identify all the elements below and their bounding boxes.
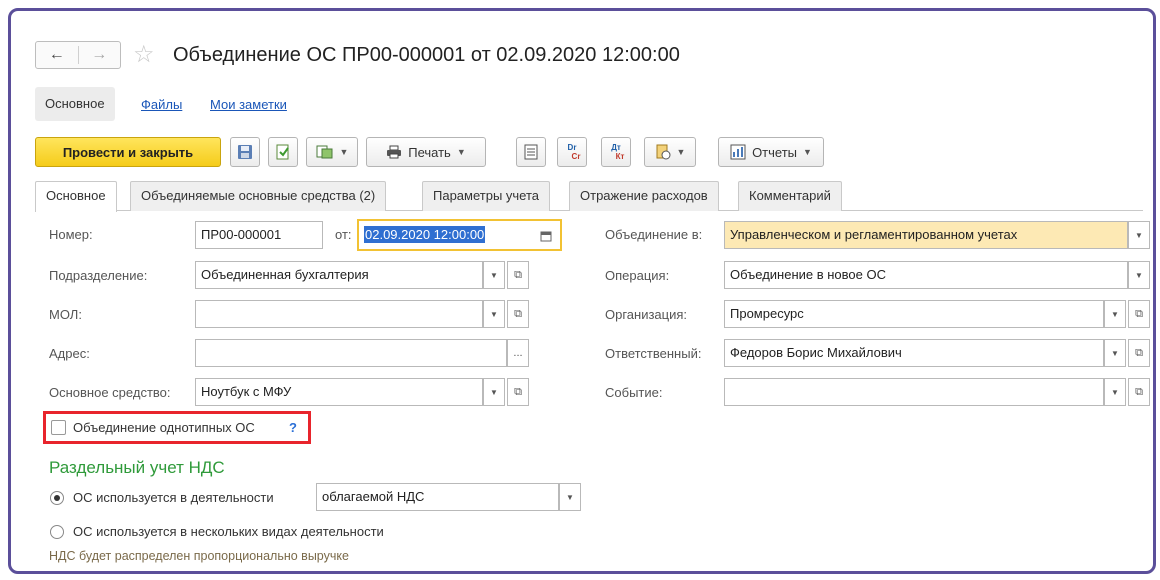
list-document-icon <box>524 144 538 160</box>
report-icon <box>730 144 746 160</box>
cr-label: Cr <box>571 152 581 161</box>
merge-in-field[interactable]: Управленческом и регламентированном учет… <box>724 221 1128 249</box>
dt-label: Дт <box>611 143 621 152</box>
asset-dropdown-icon[interactable]: ▼ <box>483 378 505 406</box>
dt-kt-button[interactable]: Дт Кт <box>601 137 631 167</box>
responsible-label: Ответственный: <box>605 346 702 361</box>
caret-down-icon: ▼ <box>676 147 686 157</box>
event-dropdown-icon[interactable]: ▼ <box>1104 378 1126 406</box>
save-icon <box>238 145 252 159</box>
unit-open-icon[interactable]: ⧉ <box>507 261 529 289</box>
post-and-close-button[interactable]: Провести и закрыть <box>35 137 221 167</box>
responsible-dropdown-icon[interactable]: ▼ <box>1104 339 1126 367</box>
tab-comment[interactable]: Комментарий <box>738 181 842 211</box>
print-label: Печать <box>408 144 451 160</box>
dr-label: Dr <box>567 143 577 152</box>
window-frame: ← → ☆ Объединение ОС ПР00-000001 от 02.0… <box>8 8 1156 574</box>
address-label: Адрес: <box>49 346 90 361</box>
radio-multi-label[interactable]: ОС используется в нескольких видах деяте… <box>73 523 384 541</box>
org-label: Организация: <box>605 307 688 322</box>
activity-type-dropdown-icon[interactable]: ▼ <box>559 483 581 511</box>
create-based-on-button[interactable]: ▼ <box>306 137 358 167</box>
vat-note: НДС будет распределен пропорционально вы… <box>49 549 349 563</box>
org-dropdown-icon[interactable]: ▼ <box>1104 300 1126 328</box>
attachments-button[interactable]: ▼ <box>644 137 696 167</box>
mol-open-icon[interactable]: ⧉ <box>507 300 529 328</box>
mol-dropdown-icon[interactable]: ▼ <box>483 300 505 328</box>
nav-group: ← → <box>35 41 121 69</box>
event-open-icon[interactable]: ⧉ <box>1128 378 1150 406</box>
tab-accounting-params[interactable]: Параметры учета <box>422 181 551 211</box>
back-button[interactable]: ← <box>36 42 78 68</box>
vat-section-title: Раздельный учет НДС <box>49 458 225 477</box>
merge-in-label: Объединение в: <box>605 227 703 242</box>
org-field[interactable]: Промресурс <box>724 300 1104 328</box>
asset-label: Основное средство: <box>49 385 171 400</box>
reports-label: Отчеты <box>752 144 797 160</box>
number-field[interactable]: ПР00-000001 <box>195 221 323 249</box>
same-type-checkbox[interactable] <box>51 420 66 435</box>
caret-down-icon: ▼ <box>456 147 466 157</box>
operation-field[interactable]: Объединение в новое ОС <box>724 261 1128 289</box>
event-label: Событие: <box>605 385 663 400</box>
address-select-button[interactable]: ... <box>507 339 529 367</box>
unit-dropdown-icon[interactable]: ▼ <box>483 261 505 289</box>
event-field[interactable] <box>724 378 1104 406</box>
unit-label: Подразделение: <box>49 268 148 283</box>
mol-label: МОЛ: <box>49 307 82 322</box>
date-field[interactable]: 02.09.2020 12:00:00 <box>357 219 562 251</box>
attachment-document-icon <box>656 144 671 160</box>
unit-field[interactable]: Объединенная бухгалтерия <box>195 261 483 289</box>
favorite-star-icon[interactable]: ☆ <box>133 41 155 69</box>
mol-field[interactable] <box>195 300 483 328</box>
calendar-icon[interactable] <box>540 230 552 242</box>
kt-label: Кт <box>615 152 625 161</box>
responsible-field[interactable]: Федоров Борис Михайлович <box>724 339 1104 367</box>
asset-open-icon[interactable]: ⧉ <box>507 378 529 406</box>
reports-button[interactable]: Отчеты ▼ <box>718 137 824 167</box>
dr-cr-button[interactable]: Dr Cr <box>557 137 587 167</box>
tab-merged-assets[interactable]: Объединяемые основные средства (2) <box>130 181 387 211</box>
tab-main[interactable]: Основное <box>35 181 117 212</box>
operation-label: Операция: <box>605 268 670 283</box>
create-based-icon <box>316 145 333 159</box>
operation-dropdown-icon[interactable]: ▼ <box>1128 261 1150 289</box>
address-field[interactable] <box>195 339 507 367</box>
responsible-open-icon[interactable]: ⧉ <box>1128 339 1150 367</box>
radio-single-label[interactable]: ОС используется в деятельности <box>73 489 274 507</box>
from-label: от: <box>335 227 352 242</box>
asset-field[interactable]: Ноутбук с МФУ <box>195 378 483 406</box>
arrow-left-icon: ← <box>48 46 65 63</box>
activity-type-field[interactable]: облагаемой НДС <box>316 483 559 511</box>
arrow-right-icon: → <box>91 46 108 63</box>
link-main[interactable]: Основное <box>35 87 115 121</box>
link-notes[interactable]: Мои заметки <box>210 96 287 114</box>
print-button[interactable]: Печать ▼ <box>366 137 486 167</box>
save-button[interactable] <box>230 137 260 167</box>
date-value: 02.09.2020 12:00:00 <box>364 226 486 243</box>
caret-down-icon: ▼ <box>803 147 812 157</box>
link-files[interactable]: Файлы <box>141 96 182 114</box>
number-label: Номер: <box>49 227 93 242</box>
merge-in-dropdown-icon[interactable]: ▼ <box>1128 221 1150 249</box>
post-document-icon <box>276 144 289 160</box>
same-type-label[interactable]: Объединение однотипных ОС <box>73 419 255 437</box>
journal-button[interactable] <box>516 137 546 167</box>
org-open-icon[interactable]: ⧉ <box>1128 300 1150 328</box>
forward-button[interactable]: → <box>79 42 121 68</box>
caret-down-icon: ▼ <box>339 147 349 157</box>
printer-icon <box>387 145 402 159</box>
radio-single-activity[interactable] <box>50 491 64 505</box>
radio-multi-activity[interactable] <box>50 525 64 539</box>
tab-expenses[interactable]: Отражение расходов <box>569 181 719 211</box>
post-button[interactable] <box>268 137 298 167</box>
page-title: Объединение ОС ПР00-000001 от 02.09.2020… <box>173 44 680 66</box>
help-icon[interactable]: ? <box>289 419 297 437</box>
